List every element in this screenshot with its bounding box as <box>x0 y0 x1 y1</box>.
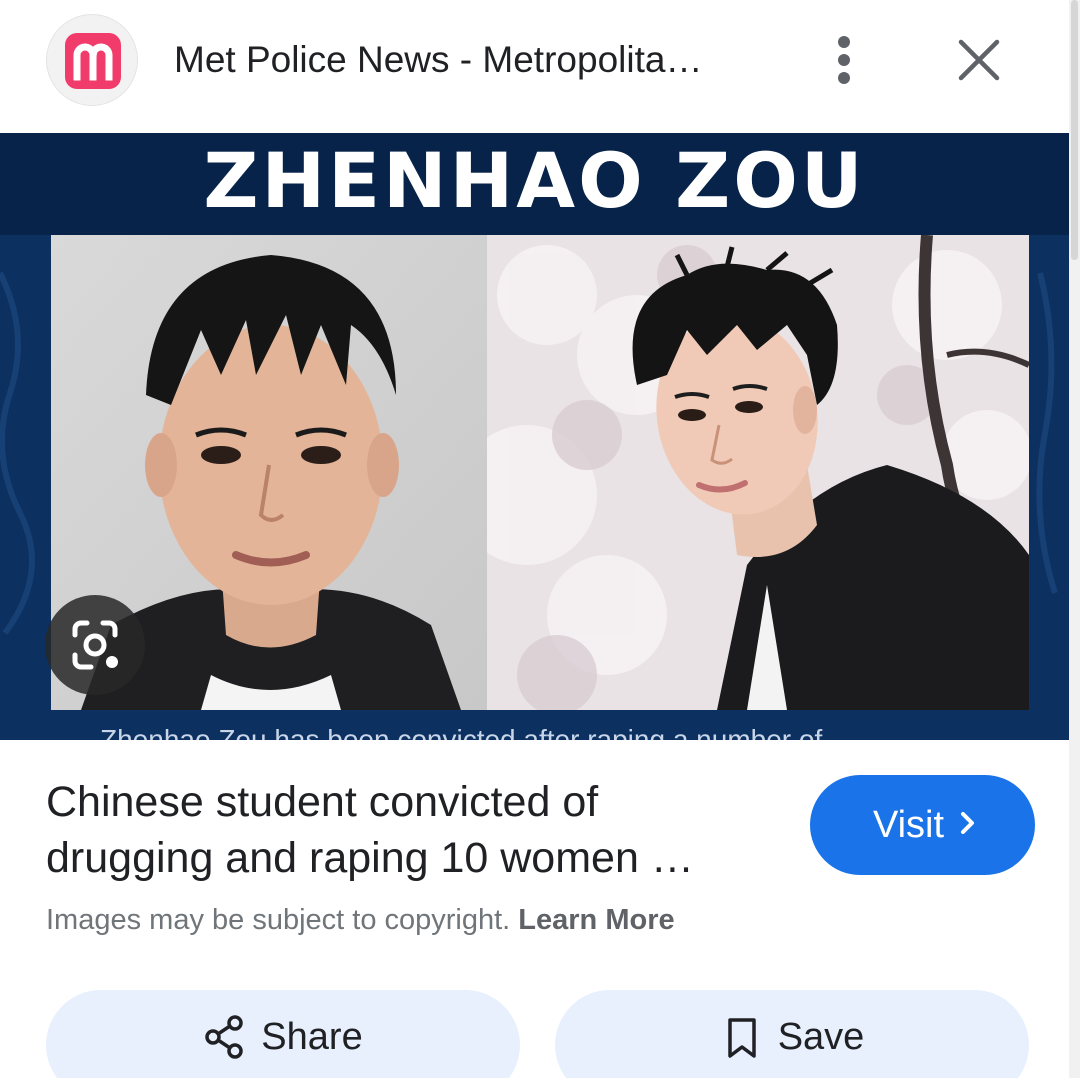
site-logo-icon <box>65 33 121 89</box>
share-label: Share <box>261 1016 363 1058</box>
more-options-button[interactable] <box>818 30 870 90</box>
copyright-notice: Images may be subject to copyright. Lear… <box>46 900 946 940</box>
image-caption-partial: Zhenhao Zou has been convicted after rap… <box>100 724 823 740</box>
bookmark-icon <box>720 1012 764 1062</box>
share-icon <box>203 1012 247 1062</box>
lens-icon <box>72 620 118 670</box>
scrollbar[interactable] <box>1069 0 1080 1078</box>
m-logo-icon <box>73 43 113 81</box>
learn-more-link[interactable]: Learn More <box>518 904 674 936</box>
site-title[interactable]: Met Police News - Metropolita… <box>174 34 774 86</box>
result-title-line-2: drugging and raping 10 women … <box>46 834 694 882</box>
copyright-text: Images may be subject to copyright. <box>46 904 511 936</box>
close-icon <box>958 39 1000 81</box>
site-favicon[interactable] <box>46 14 138 106</box>
chevron-right-icon <box>958 804 978 847</box>
result-image[interactable]: ZHENHAO ZOU Zhenhao Zou has been convict… <box>0 133 1069 740</box>
result-title-line-1: Chinese student convicted of <box>46 778 599 826</box>
portrait-illustration <box>487 235 1029 710</box>
scrollbar-thumb[interactable] <box>1071 0 1078 260</box>
more-vert-icon <box>838 36 850 84</box>
portrait-photo <box>487 235 1029 710</box>
share-button[interactable]: Share <box>46 990 520 1078</box>
visit-label: Visit <box>872 803 945 846</box>
image-viewer-page: Met Police News - Metropolita… ZHENHAO Z… <box>0 0 1080 1078</box>
save-label: Save <box>777 1016 865 1058</box>
source-header: Met Police News - Metropolita… <box>0 0 1069 133</box>
close-button[interactable] <box>950 30 1008 90</box>
lens-search-button[interactable] <box>45 595 145 695</box>
result-title[interactable]: Chinese student convicted of drugging an… <box>46 774 766 886</box>
save-button[interactable]: Save <box>555 990 1029 1078</box>
banner-headline: ZHENHAO ZOU <box>203 136 866 225</box>
visit-button[interactable]: Visit <box>810 775 1035 875</box>
